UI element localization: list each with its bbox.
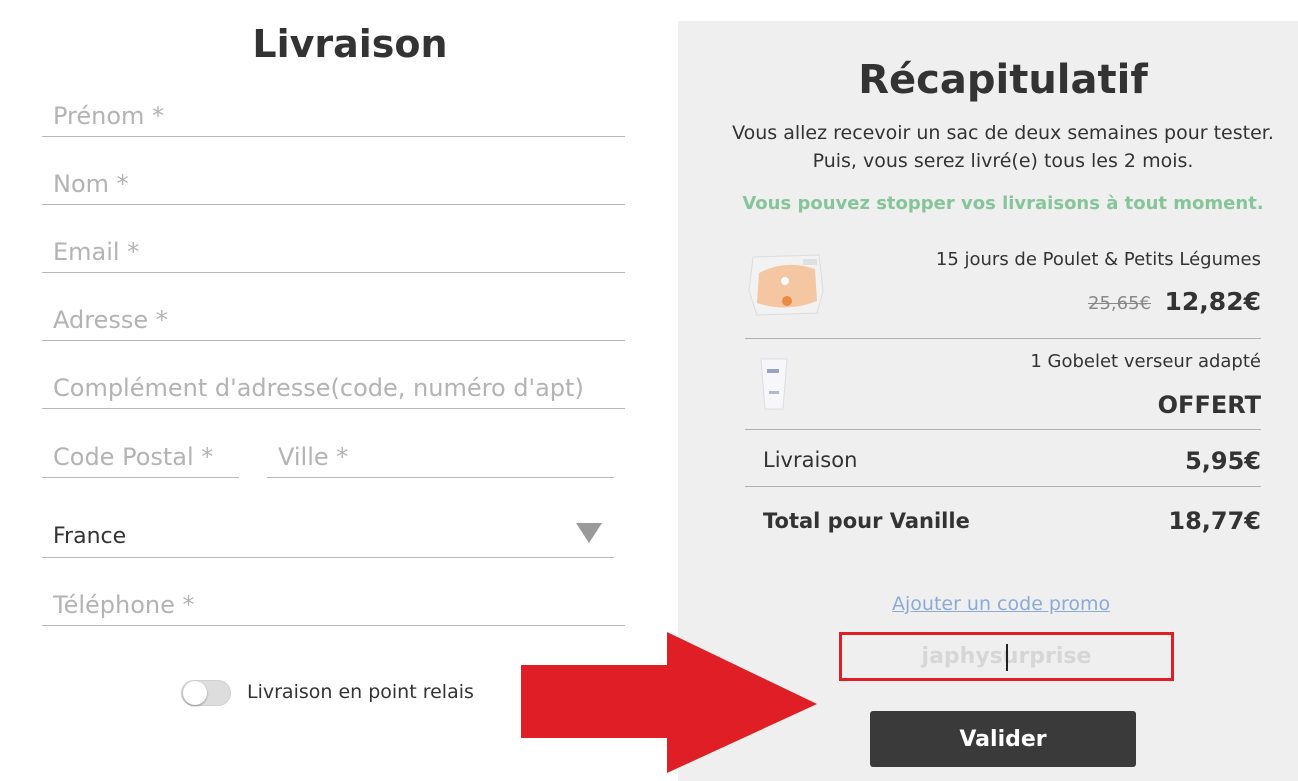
stop-deliveries-note: Vous pouvez stopper vos livraisons à tou… (742, 193, 1264, 214)
annotation-arrow-icon (521, 632, 817, 773)
form-title: Livraison (252, 22, 448, 66)
relay-toggle-row: Livraison en point relais (181, 678, 501, 708)
country-value: France (53, 524, 127, 549)
dropdown-arrow-icon (576, 523, 602, 543)
postal-code-field[interactable]: Code Postal * (42, 427, 239, 478)
summary-intro-line2: Puis, vous serez livré(e) tous les 2 moi… (812, 150, 1194, 172)
summary-intro-line1: Vous allez recevoir un sac de deux semai… (732, 122, 1274, 144)
order-item-cup: 1 Gobelet verseur adapté OFFERT (745, 351, 1261, 431)
divider (745, 338, 1261, 339)
country-select[interactable]: France (42, 507, 614, 558)
item-name: 1 Gobelet verseur adapté (1030, 351, 1261, 372)
address-placeholder: Adresse * (53, 306, 168, 334)
item-name: 15 jours de Poulet & Petits Légumes (935, 249, 1261, 270)
last-name-placeholder: Nom * (53, 170, 129, 198)
divider (745, 429, 1261, 430)
text-cursor (1006, 644, 1008, 671)
item-price: 12,82€ (1164, 287, 1261, 316)
relay-toggle[interactable] (181, 680, 231, 706)
address-extra-placeholder: Complément d'adresse(code, numéro d'apt) (53, 374, 584, 402)
item-price: OFFERT (1157, 391, 1261, 419)
divider (745, 486, 1261, 487)
last-name-field[interactable]: Nom * (42, 154, 625, 205)
first-name-placeholder: Prénom * (53, 102, 165, 130)
address-extra-field[interactable]: Complément d'adresse(code, numéro d'apt) (42, 358, 625, 409)
city-placeholder: Ville * (278, 443, 349, 471)
relay-toggle-label: Livraison en point relais (247, 681, 474, 703)
total-value: 18,77€ (1168, 507, 1261, 535)
phone-field[interactable]: Téléphone * (42, 575, 625, 626)
validate-button[interactable]: Valider (870, 711, 1136, 767)
city-field[interactable]: Ville * (267, 427, 614, 478)
item-old-price: 25,65€ (1088, 293, 1151, 314)
toggle-knob (183, 681, 207, 705)
cup-image (760, 358, 788, 410)
promo-code-box[interactable] (839, 632, 1174, 681)
food-bag-image (748, 254, 824, 316)
shipping-value: 5,95€ (1185, 447, 1261, 475)
shipping-label: Livraison (763, 448, 858, 472)
phone-placeholder: Téléphone * (53, 591, 195, 619)
address-field[interactable]: Adresse * (42, 290, 625, 341)
postal-code-placeholder: Code Postal * (53, 443, 214, 471)
total-label: Total pour Vanille (763, 509, 970, 533)
email-placeholder: Email * (53, 238, 140, 266)
email-field[interactable]: Email * (42, 222, 625, 273)
summary-title: Récapitulatif (858, 57, 1148, 103)
add-promo-code-link[interactable]: Ajouter un code promo (892, 593, 1110, 615)
order-item-food: 15 jours de Poulet & Petits Légumes 25,6… (745, 249, 1261, 329)
first-name-field[interactable]: Prénom * (42, 86, 625, 137)
